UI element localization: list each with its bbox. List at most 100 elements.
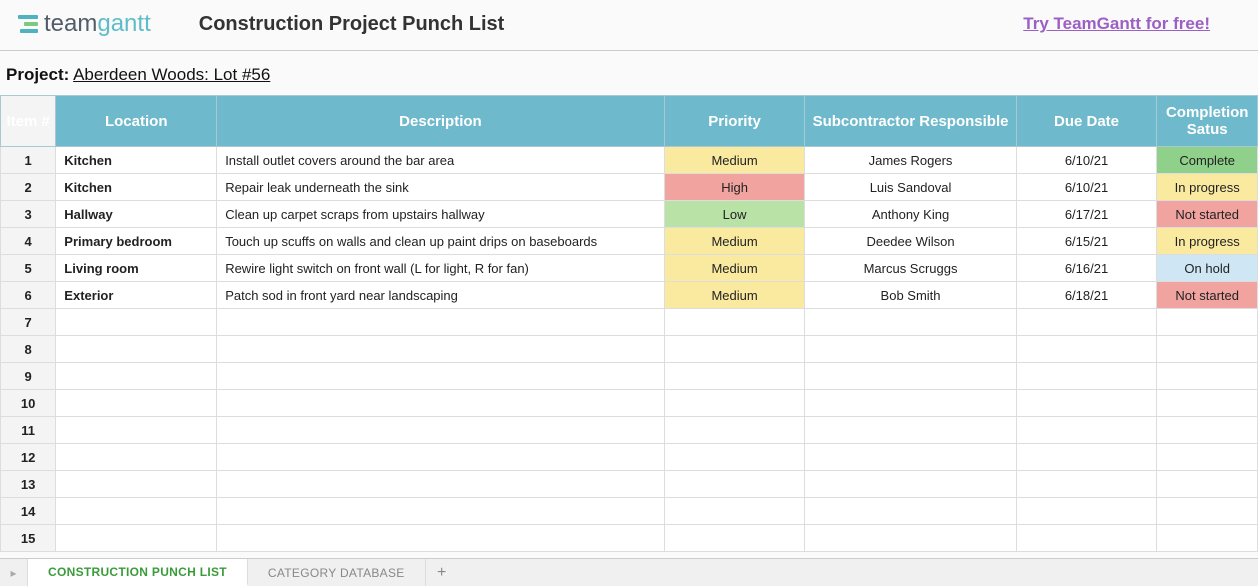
cell-priority[interactable] [664,498,805,525]
table-row[interactable]: 4Primary bedroomTouch up scuffs on walls… [1,228,1258,255]
cell-subcontractor[interactable] [805,309,1016,336]
cell-description[interactable] [217,444,664,471]
cell-location[interactable] [56,444,217,471]
cell-due[interactable]: 6/15/21 [1016,228,1157,255]
cell-item[interactable]: 1 [1,147,56,174]
cell-priority[interactable] [664,471,805,498]
table-row[interactable]: 2KitchenRepair leak underneath the sinkH… [1,174,1258,201]
cell-priority[interactable]: Medium [664,228,805,255]
cell-due[interactable]: 6/18/21 [1016,282,1157,309]
table-row[interactable]: 10 [1,390,1258,417]
cell-description[interactable] [217,417,664,444]
cell-status[interactable] [1157,471,1258,498]
cell-item[interactable]: 4 [1,228,56,255]
cell-item[interactable]: 13 [1,471,56,498]
cell-item[interactable]: 12 [1,444,56,471]
cell-priority[interactable] [664,444,805,471]
cell-status[interactable]: In progress [1157,174,1258,201]
cell-status[interactable]: On hold [1157,255,1258,282]
cell-subcontractor[interactable] [805,390,1016,417]
cell-status[interactable] [1157,309,1258,336]
cell-priority[interactable] [664,363,805,390]
cell-subcontractor[interactable]: James Rogers [805,147,1016,174]
cell-description[interactable] [217,525,664,552]
cell-location[interactable]: Primary bedroom [56,228,217,255]
table-row[interactable]: 9 [1,363,1258,390]
cell-due[interactable] [1016,444,1157,471]
cell-item[interactable]: 2 [1,174,56,201]
cell-subcontractor[interactable]: Anthony King [805,201,1016,228]
cell-due[interactable] [1016,417,1157,444]
cell-item[interactable]: 10 [1,390,56,417]
cell-due[interactable]: 6/10/21 [1016,174,1157,201]
col-header-subcontractor[interactable]: Subcontractor Responsible [805,96,1016,147]
table-row[interactable]: 15 [1,525,1258,552]
cell-priority[interactable] [664,336,805,363]
cell-status[interactable]: In progress [1157,228,1258,255]
cell-due[interactable] [1016,363,1157,390]
table-row[interactable]: 5Living roomRewire light switch on front… [1,255,1258,282]
cell-subcontractor[interactable] [805,444,1016,471]
cell-description[interactable] [217,336,664,363]
cell-location[interactable] [56,498,217,525]
cell-subcontractor[interactable] [805,525,1016,552]
col-header-item[interactable]: Item # [1,96,56,147]
cell-status[interactable]: Not started [1157,282,1258,309]
cell-due[interactable]: 6/16/21 [1016,255,1157,282]
cell-subcontractor[interactable] [805,498,1016,525]
cell-status[interactable] [1157,444,1258,471]
cell-item[interactable]: 11 [1,417,56,444]
cell-priority[interactable]: Medium [664,282,805,309]
cell-subcontractor[interactable] [805,363,1016,390]
cell-subcontractor[interactable] [805,417,1016,444]
cell-description[interactable]: Rewire light switch on front wall (L for… [217,255,664,282]
cell-item[interactable]: 14 [1,498,56,525]
cell-due[interactable] [1016,336,1157,363]
cell-status[interactable] [1157,363,1258,390]
col-header-status[interactable]: Completion Satus [1157,96,1258,147]
cell-priority[interactable]: Low [664,201,805,228]
table-row[interactable]: 6ExteriorPatch sod in front yard near la… [1,282,1258,309]
cell-location[interactable] [56,363,217,390]
cell-description[interactable] [217,471,664,498]
cell-due[interactable] [1016,471,1157,498]
cell-priority[interactable] [664,417,805,444]
cell-priority[interactable] [664,309,805,336]
cell-subcontractor[interactable] [805,471,1016,498]
table-row[interactable]: 1KitchenInstall outlet covers around the… [1,147,1258,174]
cell-due[interactable] [1016,390,1157,417]
cell-status[interactable] [1157,336,1258,363]
cell-description[interactable]: Patch sod in front yard near landscaping [217,282,664,309]
cell-location[interactable]: Kitchen [56,147,217,174]
cell-status[interactable] [1157,525,1258,552]
cell-status[interactable]: Not started [1157,201,1258,228]
cell-due[interactable] [1016,525,1157,552]
col-header-priority[interactable]: Priority [664,96,805,147]
cell-location[interactable]: Living room [56,255,217,282]
promo-link[interactable]: Try TeamGantt for free! [1023,14,1210,34]
table-row[interactable]: 11 [1,417,1258,444]
cell-description[interactable] [217,309,664,336]
cell-item[interactable]: 8 [1,336,56,363]
cell-description[interactable]: Touch up scuffs on walls and clean up pa… [217,228,664,255]
table-row[interactable]: 14 [1,498,1258,525]
cell-priority[interactable]: Medium [664,255,805,282]
cell-status[interactable] [1157,390,1258,417]
cell-status[interactable]: Complete [1157,147,1258,174]
cell-description[interactable]: Install outlet covers around the bar are… [217,147,664,174]
cell-priority[interactable]: Medium [664,147,805,174]
cell-description[interactable] [217,390,664,417]
cell-due[interactable] [1016,309,1157,336]
cell-location[interactable] [56,417,217,444]
cell-priority[interactable]: High [664,174,805,201]
cell-item[interactable]: 3 [1,201,56,228]
cell-item[interactable]: 7 [1,309,56,336]
table-row[interactable]: 7 [1,309,1258,336]
cell-location[interactable] [56,309,217,336]
cell-subcontractor[interactable]: Marcus Scruggs [805,255,1016,282]
col-header-description[interactable]: Description [217,96,664,147]
tab-construction-punch-list[interactable]: CONSTRUCTION PUNCH LIST [28,559,248,586]
table-row[interactable]: 3HallwayClean up carpet scraps from upst… [1,201,1258,228]
table-row[interactable]: 12 [1,444,1258,471]
cell-status[interactable] [1157,417,1258,444]
